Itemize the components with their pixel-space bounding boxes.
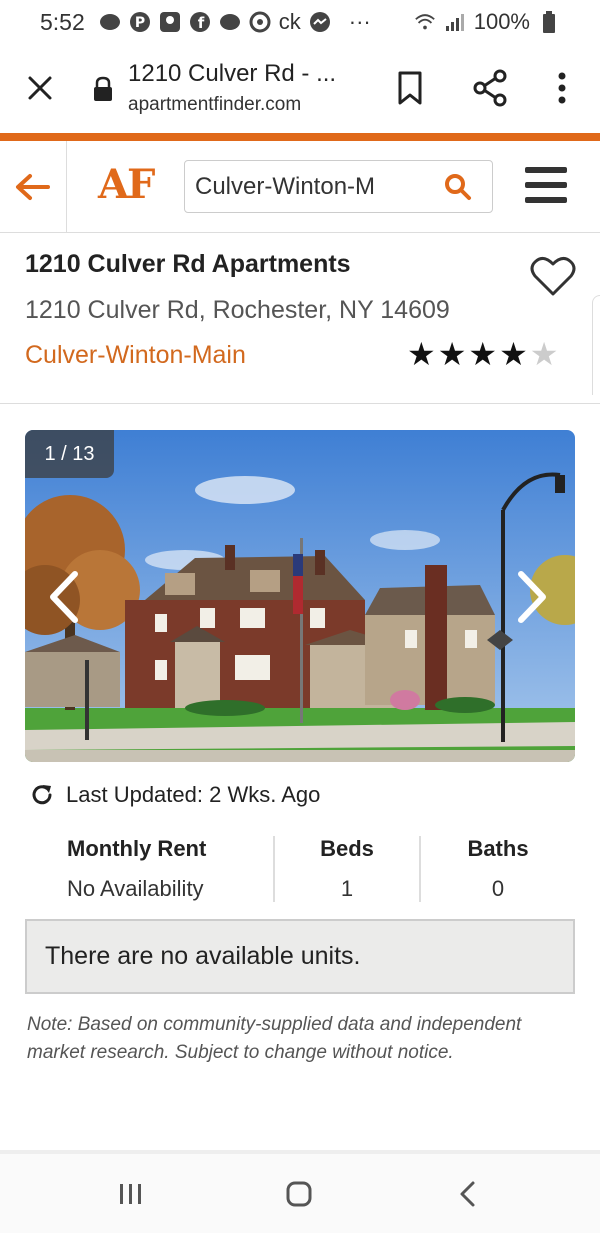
bookmark-button[interactable] [394, 70, 426, 106]
share-icon [473, 69, 507, 107]
accent-rule [0, 133, 600, 141]
listing-title: 1210 Culver Rd Apartments [25, 250, 351, 278]
svg-text:P: P [135, 15, 145, 31]
close-icon [28, 76, 52, 100]
stat-beds: Beds 1 [273, 836, 419, 902]
menu-bar-icon [525, 182, 567, 188]
arrow-left-icon [16, 174, 50, 200]
lock-icon [92, 76, 114, 102]
listing-photo[interactable]: 1 / 13 [25, 430, 575, 762]
search-input[interactable]: Culver-Winton-M [195, 173, 423, 201]
home-icon [286, 1181, 312, 1207]
home-button[interactable] [285, 1180, 313, 1208]
close-tab-button[interactable] [22, 70, 58, 106]
star-rating: ★ ★ ★ ★ ★ [407, 336, 558, 372]
menu-bar-icon [525, 167, 567, 173]
signal-icon [444, 11, 466, 33]
url-domain[interactable]: apartmentfinder.com [128, 94, 301, 116]
listing-address: 1210 Culver Rd, Rochester, NY 14609 [25, 296, 450, 324]
status-right: 100% [414, 9, 560, 35]
rental-stats: Monthly Rent No Availability Beds 1 Bath… [25, 836, 575, 902]
notification-icons: P f ck ··· [99, 9, 371, 35]
carrier-text: ck [278, 9, 301, 34]
chevron-right-icon [518, 571, 546, 623]
more-vertical-icon [558, 72, 566, 104]
stat-value: 1 [340, 876, 354, 901]
star-filled-icon: ★ [499, 336, 528, 372]
star-filled-icon: ★ [468, 336, 498, 372]
refresh-icon [32, 785, 52, 805]
page-title[interactable]: 1210 Culver Rd - ... [128, 60, 336, 88]
building-photo [25, 430, 575, 762]
share-button[interactable] [470, 68, 510, 108]
chat-bubble-icon-2 [219, 11, 241, 33]
stat-label: Beds [320, 836, 374, 861]
back-icon [460, 1181, 475, 1207]
chevron-left-icon [50, 571, 78, 623]
last-updated: Last Updated: 2 Wks. Ago [30, 782, 320, 808]
favorite-button[interactable] [530, 255, 576, 297]
menu-bar-icon [525, 197, 567, 203]
wifi-icon [414, 11, 436, 33]
star-filled-icon: ★ [407, 336, 436, 372]
svg-text:f: f [198, 14, 205, 32]
site-header: AF Culver-Winton-M [0, 141, 600, 233]
stat-value: 0 [491, 876, 505, 901]
chat-bubble-icon [99, 11, 121, 33]
recent-apps-button[interactable] [118, 1182, 144, 1206]
messenger-icon [309, 11, 331, 33]
status-time: 5:52 [40, 8, 85, 35]
battery-percent: 100% [473, 9, 530, 34]
assistant-icon [159, 11, 181, 33]
pinterest-icon: P [129, 11, 151, 33]
star-empty-icon: ★ [529, 336, 559, 372]
system-nav-bar [0, 1154, 600, 1233]
previous-photo-button[interactable] [47, 570, 81, 624]
disclaimer-note: Note: Based on community-supplied data a… [27, 1014, 522, 1063]
facebook-icon: f [189, 11, 211, 33]
stat-label: Monthly Rent [67, 836, 207, 861]
chrome-icon [249, 11, 271, 33]
system-back-button[interactable] [458, 1180, 476, 1208]
divider [0, 403, 600, 404]
stat-baths: Baths 0 [419, 836, 575, 902]
star-filled-icon: ★ [437, 336, 467, 372]
search-icon[interactable] [444, 173, 472, 201]
neighborhood-link[interactable]: Culver-Winton-Main [25, 341, 246, 370]
heart-icon [530, 257, 576, 296]
stat-value: No Availability [67, 876, 204, 901]
more-options-button[interactable] [548, 68, 576, 108]
more-notifications: ··· [348, 9, 371, 34]
hamburger-menu-button[interactable] [525, 167, 567, 203]
last-updated-text: Last Updated: 2 Wks. Ago [66, 782, 321, 807]
battery-icon [538, 11, 560, 33]
bookmark-icon [398, 71, 422, 105]
stat-monthly-rent: Monthly Rent No Availability [25, 836, 273, 902]
back-button[interactable] [0, 141, 67, 233]
recent-apps-icon [120, 1184, 141, 1204]
next-photo-button[interactable] [515, 570, 549, 624]
status-bar: 5:52 P f ck ··· 100% [0, 0, 600, 44]
photo-counter: 1 / 13 [25, 430, 114, 478]
search-box[interactable]: Culver-Winton-M [184, 160, 493, 213]
stat-label: Baths [467, 836, 529, 861]
browser-toolbar: 1210 Culver Rd - ... apartmentfinder.com [0, 44, 600, 134]
scroll-indicator [592, 295, 600, 395]
no-units-notice: There are no available units. [25, 919, 575, 994]
site-logo[interactable]: AF [98, 161, 155, 208]
